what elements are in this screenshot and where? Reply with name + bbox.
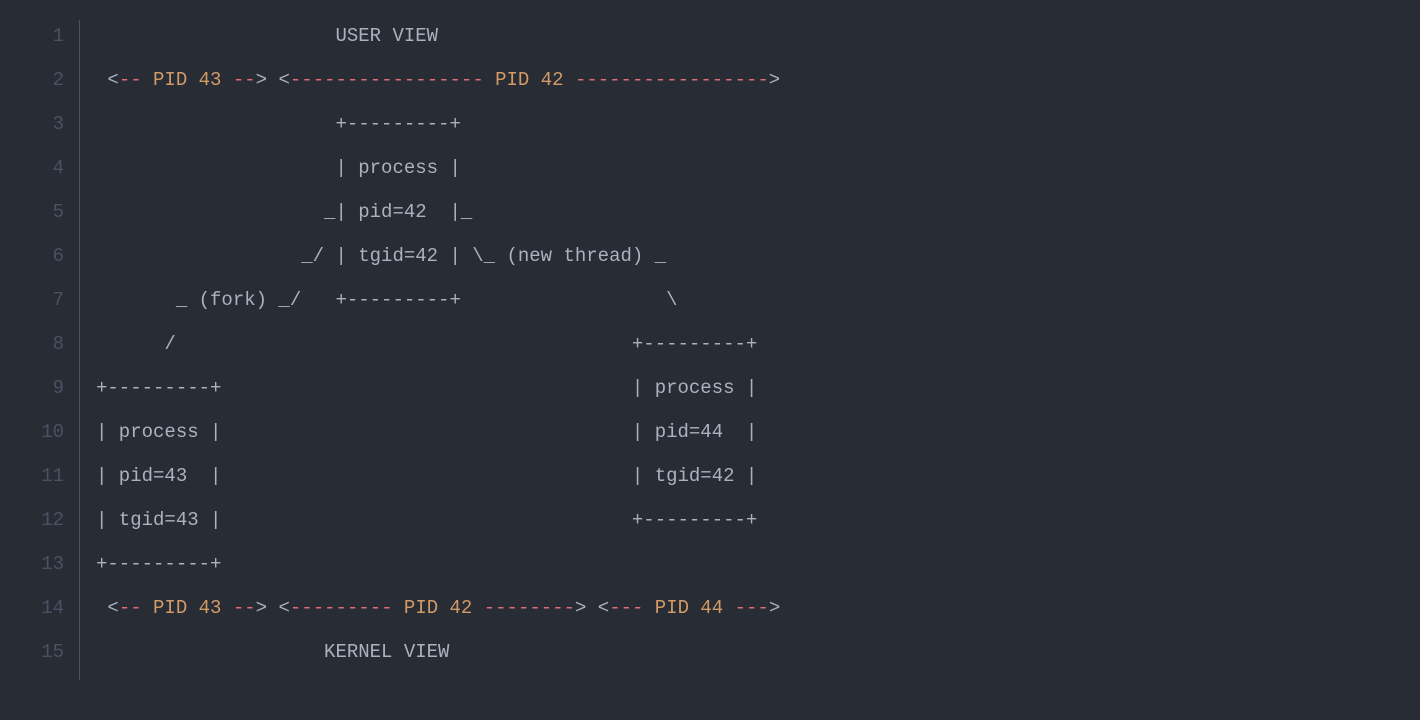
line-number-gutter: 123456789101112131415 — [0, 14, 72, 674]
line-number: 11 — [0, 454, 64, 498]
line-number: 10 — [0, 410, 64, 454]
code-line[interactable]: <-- PID 43 --> <----------------- PID 42… — [96, 58, 780, 102]
code-token: > < — [256, 69, 290, 91]
code-line[interactable]: _ (fork) _/ +---------+ \ — [96, 278, 780, 322]
code-line[interactable]: +---------+ — [96, 542, 780, 586]
line-number: 9 — [0, 366, 64, 410]
code-area[interactable]: USER VIEW <-- PID 43 --> <--------------… — [72, 14, 780, 674]
line-number: 14 — [0, 586, 64, 630]
code-token: -- — [119, 597, 153, 619]
line-number: 3 — [0, 102, 64, 146]
code-token: +---------+ — [96, 553, 221, 575]
line-number: 1 — [0, 14, 64, 58]
code-token: PID 43 — [153, 597, 221, 619]
code-token: -- — [119, 69, 153, 91]
code-token: PID 44 — [655, 597, 723, 619]
code-token: _| pid=42 |_ — [96, 201, 472, 223]
code-token: -- — [221, 597, 255, 619]
code-line[interactable]: _/ | tgid=42 | \_ (new thread) _ — [96, 234, 780, 278]
code-token: PID 42 — [495, 69, 563, 91]
code-token: > < — [575, 597, 609, 619]
code-token: ----------------- — [564, 69, 769, 91]
code-line[interactable]: <-- PID 43 --> <--------- PID 42 -------… — [96, 586, 780, 630]
code-line[interactable]: +---------+ | process | — [96, 366, 780, 410]
line-number: 12 — [0, 498, 64, 542]
code-token: +---------+ — [96, 113, 461, 135]
code-line[interactable]: _| pid=42 |_ — [96, 190, 780, 234]
code-line[interactable]: | tgid=43 | +---------+ — [96, 498, 780, 542]
code-token: | process | — [96, 157, 461, 179]
code-line[interactable]: | pid=43 | | tgid=42 | — [96, 454, 780, 498]
code-token: _ (fork) _/ +---------+ \ — [96, 289, 678, 311]
line-number: 4 — [0, 146, 64, 190]
code-token: | process | | pid=44 | — [96, 421, 757, 443]
code-line[interactable]: | process | — [96, 146, 780, 190]
code-token: < — [96, 597, 119, 619]
code-token: KERNEL VIEW — [96, 641, 449, 663]
line-number: 15 — [0, 630, 64, 674]
code-token: +---------+ | process | — [96, 377, 757, 399]
line-number: 7 — [0, 278, 64, 322]
code-line[interactable]: USER VIEW — [96, 14, 780, 58]
code-token: | pid=43 | | tgid=42 | — [96, 465, 757, 487]
code-token: PID 42 — [404, 597, 472, 619]
code-line[interactable]: +---------+ — [96, 102, 780, 146]
code-token: < — [96, 69, 119, 91]
code-line[interactable]: | process | | pid=44 | — [96, 410, 780, 454]
code-token: ----------------- — [290, 69, 495, 91]
line-number: 13 — [0, 542, 64, 586]
code-token: --------- — [290, 597, 404, 619]
line-number: 8 — [0, 322, 64, 366]
code-line[interactable]: / +---------+ — [96, 322, 780, 366]
code-line[interactable]: KERNEL VIEW — [96, 630, 780, 674]
code-token: USER VIEW — [96, 25, 438, 47]
code-token: > < — [256, 597, 290, 619]
code-token: PID 43 — [153, 69, 221, 91]
line-number: 6 — [0, 234, 64, 278]
code-token: -- — [221, 69, 255, 91]
code-token: / +---------+ — [96, 333, 757, 355]
code-token: --- — [609, 597, 655, 619]
code-token: > — [769, 597, 780, 619]
code-token: _/ | tgid=42 | \_ (new thread) _ — [96, 245, 666, 267]
code-token: > — [769, 69, 780, 91]
code-token: | tgid=43 | +---------+ — [96, 509, 757, 531]
line-number: 5 — [0, 190, 64, 234]
line-number: 2 — [0, 58, 64, 102]
code-editor: 123456789101112131415 USER VIEW <-- PID … — [0, 0, 1420, 674]
code-token: -------- — [472, 597, 575, 619]
code-token: --- — [723, 597, 769, 619]
